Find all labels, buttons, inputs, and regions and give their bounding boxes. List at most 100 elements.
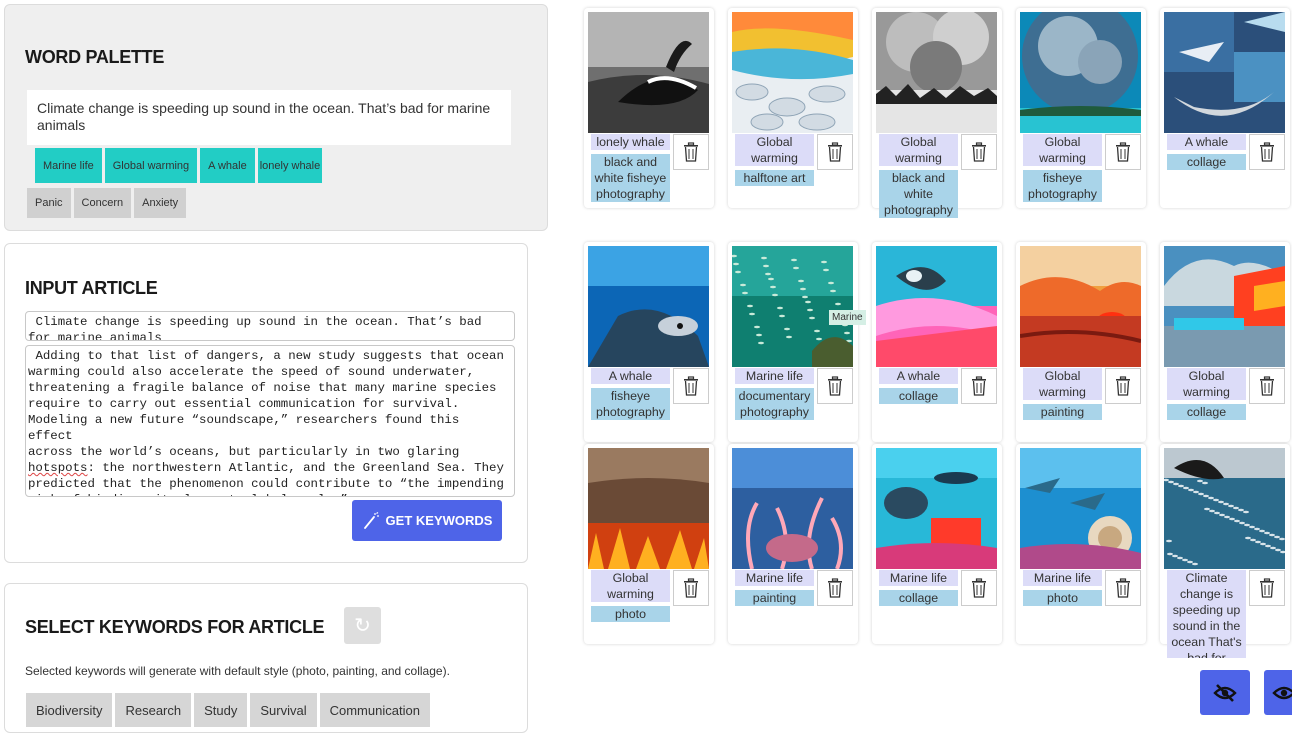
generated-image[interactable]: [1020, 246, 1141, 367]
delete-image-button[interactable]: [961, 570, 997, 606]
article-title-input[interactable]: Climate change is speeding up sound in t…: [25, 311, 515, 341]
hide-button[interactable]: [1200, 670, 1250, 715]
keyword-label: lonely whale: [591, 134, 670, 150]
style-label: fisheye photography: [1023, 170, 1102, 202]
image-card: Marine life painting: [728, 444, 858, 644]
image-labels: lonely whale black and white fisheye phot…: [591, 134, 670, 202]
trash-icon: [684, 142, 698, 162]
generated-image[interactable]: [732, 12, 853, 133]
image-labels: A whale collage: [1167, 134, 1246, 170]
image-labels: Global warming photo: [591, 570, 670, 622]
generated-image[interactable]: [732, 246, 853, 367]
trash-icon: [972, 578, 986, 598]
keyword-tooltip: Marine: [829, 310, 866, 325]
image-labels: Global warming fisheye photography: [1023, 134, 1102, 202]
style-label: collage: [879, 388, 958, 404]
palette-keyword-chip[interactable]: Marine life: [35, 148, 102, 183]
keyword-label: A whale: [591, 368, 670, 384]
delete-image-button[interactable]: [1105, 570, 1141, 606]
delete-image-button[interactable]: [673, 570, 709, 606]
keyword-label: Global warming: [1023, 368, 1102, 400]
generated-image[interactable]: [1164, 12, 1285, 133]
style-label: black and white photography: [879, 170, 958, 218]
style-label: painting: [735, 590, 814, 606]
article-body-text: : the northwestern Atlantic, and the Gre…: [28, 461, 504, 496]
input-article-panel: INPUT ARTICLE Climate change is speeding…: [4, 243, 528, 563]
delete-image-button[interactable]: [1249, 368, 1285, 404]
delete-image-button[interactable]: [961, 134, 997, 170]
image-labels: Climate change is speeding up sound in t…: [1167, 570, 1246, 658]
trash-icon: [1260, 376, 1274, 396]
palette-keyword-chip[interactable]: A whale: [200, 148, 255, 183]
generated-image[interactable]: [732, 448, 853, 569]
delete-image-button[interactable]: [817, 134, 853, 170]
generated-image[interactable]: [1020, 12, 1141, 133]
palette-emotion-chip[interactable]: Concern: [73, 188, 132, 218]
image-card: Marine life documentary photography: [728, 242, 858, 442]
palette-article-title: Climate change is speeding up sound in t…: [27, 90, 511, 145]
style-label: black and white fisheye photography: [591, 154, 670, 202]
image-labels: A whale fisheye photography: [591, 368, 670, 420]
input-article-heading: INPUT ARTICLE: [25, 278, 158, 298]
image-labels: Marine life photo: [1023, 570, 1102, 606]
keyword-label: Global warming: [1167, 368, 1246, 400]
palette-keyword-chip[interactable]: Global warming: [104, 148, 198, 183]
keyword-label: Global warming: [1023, 134, 1102, 166]
palette-keyword-chips: Marine life Global warming A whale lonel…: [35, 148, 323, 183]
generated-image[interactable]: [876, 12, 997, 133]
keyword-label: Marine life: [1023, 570, 1102, 586]
generated-image[interactable]: [588, 448, 709, 569]
image-labels: Global warming painting: [1023, 368, 1102, 420]
keyword-label: Climate change is speeding up sound in t…: [1167, 570, 1246, 658]
generated-image[interactable]: [1164, 246, 1285, 367]
eye-icon: [1272, 686, 1292, 699]
word-palette-panel: WORD PALETTE Climate change is speeding …: [4, 4, 548, 231]
palette-emotion-chip[interactable]: Anxiety: [134, 188, 187, 218]
style-label: documentary photography: [735, 388, 814, 420]
delete-image-button[interactable]: [817, 368, 853, 404]
image-card: Global warming black and white photograph…: [872, 8, 1002, 218]
keyword-label: Global warming: [879, 134, 958, 166]
image-card: Marine life collage: [872, 444, 1002, 644]
refresh-icon[interactable]: ↻: [344, 607, 381, 644]
article-body-input[interactable]: Adding to that list of dangers, a new st…: [25, 345, 515, 497]
image-labels: Global warming black and white photograph…: [879, 134, 958, 218]
trash-icon: [828, 578, 842, 598]
image-card: Global warming fisheye photography: [1016, 8, 1146, 208]
keyword-label: Marine life: [735, 570, 814, 586]
palette-emotion-chip[interactable]: Panic: [27, 188, 71, 218]
image-card: A whale collage: [1160, 8, 1290, 208]
keyword-label: Global warming: [735, 134, 814, 166]
generated-image[interactable]: [876, 246, 997, 367]
style-label: halftone art: [735, 170, 814, 186]
trash-icon: [1260, 142, 1274, 162]
delete-image-button[interactable]: [1249, 570, 1285, 606]
delete-image-button[interactable]: [961, 368, 997, 404]
keyword-label: Marine life: [879, 570, 958, 586]
image-card: Marine life photo: [1016, 444, 1146, 644]
generated-image[interactable]: [588, 246, 709, 367]
image-card: A whale collage: [872, 242, 1002, 442]
keyword-label: Marine life: [735, 368, 814, 384]
delete-image-button[interactable]: [1249, 134, 1285, 170]
trash-icon: [972, 376, 986, 396]
delete-image-button[interactable]: [673, 134, 709, 170]
show-button[interactable]: [1264, 670, 1292, 715]
get-keywords-button[interactable]: GET KEYWORDS: [352, 500, 502, 541]
style-label: collage: [1167, 404, 1246, 420]
palette-keyword-chip[interactable]: lonely whale: [257, 148, 323, 183]
generated-image[interactable]: [1020, 448, 1141, 569]
delete-image-button[interactable]: [673, 368, 709, 404]
delete-image-button[interactable]: [817, 570, 853, 606]
generated-image[interactable]: [588, 12, 709, 133]
delete-image-button[interactable]: [1105, 134, 1141, 170]
trash-icon: [828, 142, 842, 162]
generated-image[interactable]: [1164, 448, 1285, 569]
keyword-label: A whale: [879, 368, 958, 384]
image-card: Global warming painting: [1016, 242, 1146, 442]
generated-image[interactable]: [876, 448, 997, 569]
style-label: collage: [1167, 154, 1246, 170]
delete-image-button[interactable]: [1105, 368, 1141, 404]
magic-wand-icon: [363, 511, 379, 529]
spellcheck-word: hotspots: [28, 461, 88, 475]
